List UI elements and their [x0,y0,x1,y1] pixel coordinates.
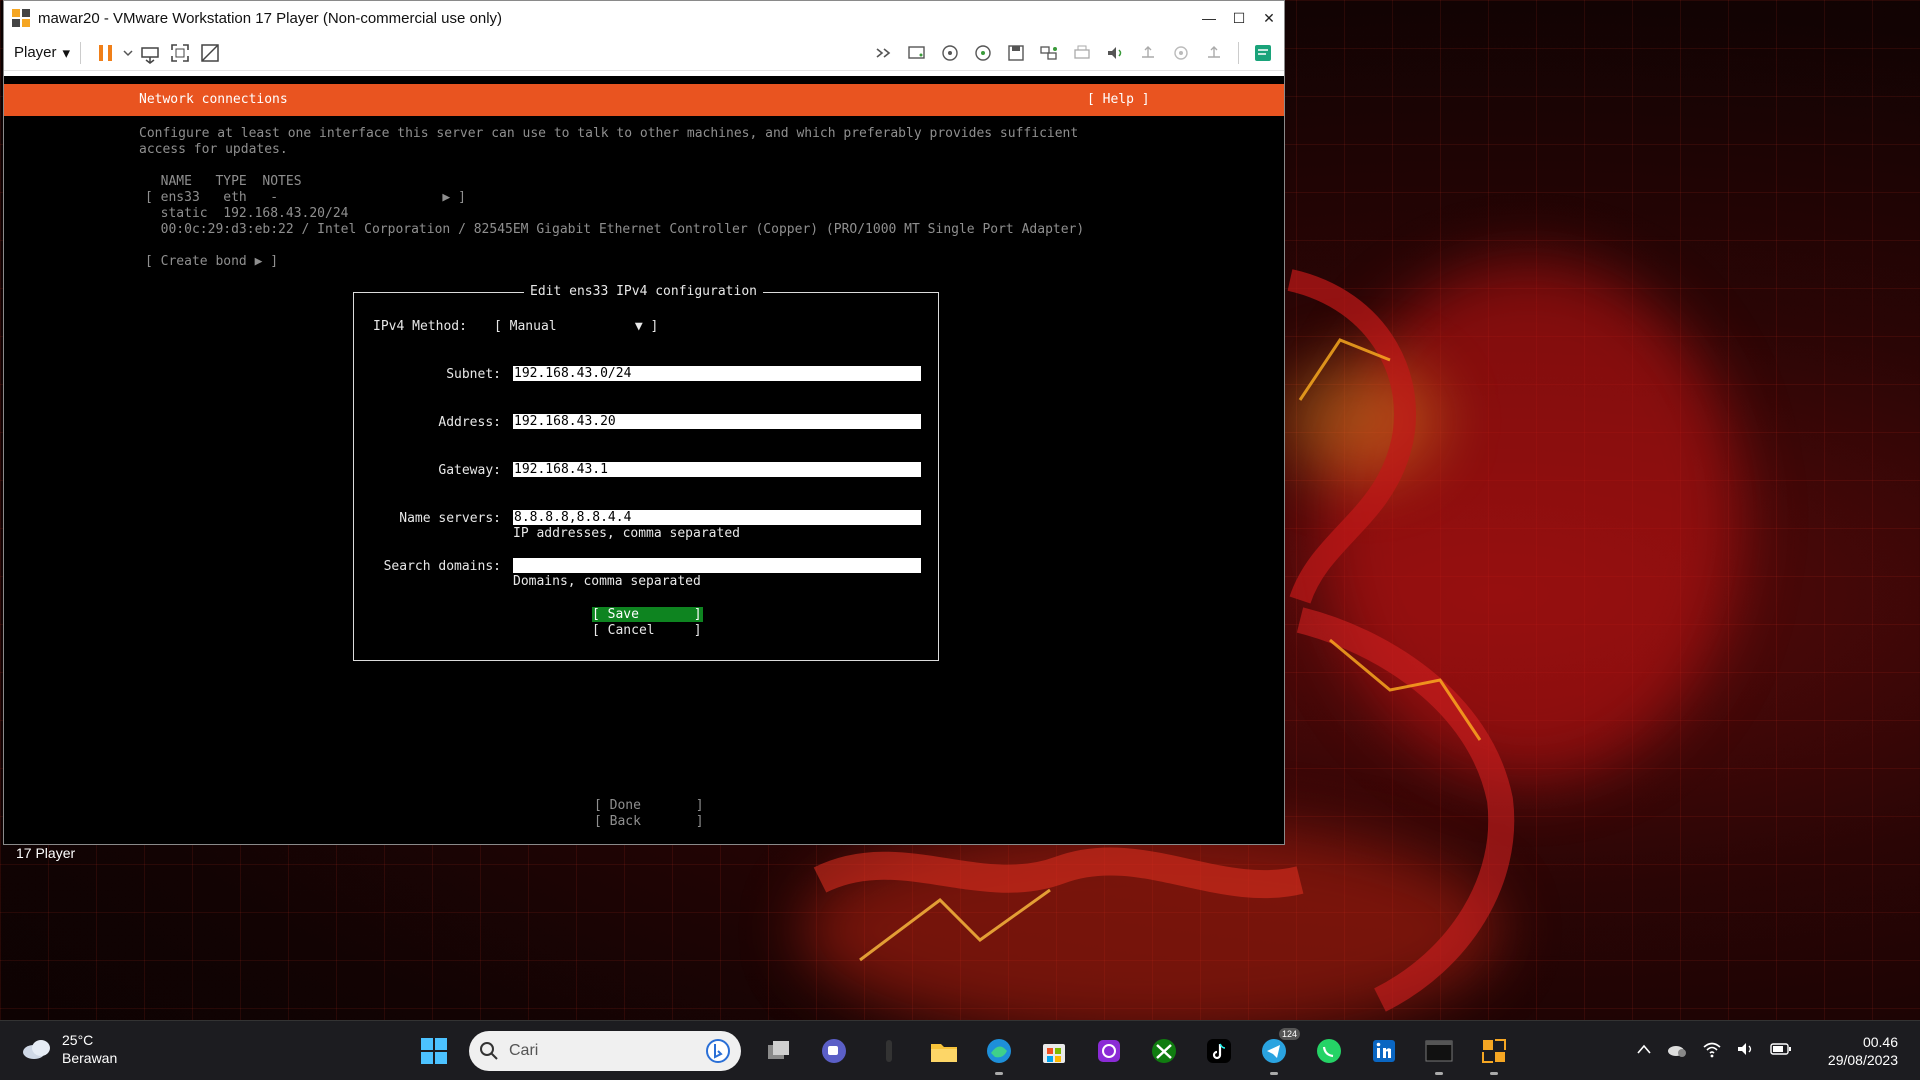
page-title: Network connections [139,92,288,107]
hard-disk-icon[interactable] [902,38,932,68]
chevron-down-icon: ▾ [62,44,71,62]
name-servers-hint: IP addresses, comma separated [513,526,740,541]
create-bond-button[interactable]: [ Create bond ▶ ] [145,254,278,269]
sound-card-icon[interactable] [1100,38,1130,68]
desktop-window-label: 17 Player [16,845,76,861]
clock-date: 29/08/2023 [1827,1052,1898,1068]
telegram-icon[interactable]: 124 [1254,1028,1300,1075]
done-button[interactable]: [ Done ] [594,798,704,813]
help-button[interactable]: [ Help ] [1087,92,1150,107]
close-button[interactable]: ✕ [1254,1,1284,35]
terminal-icon[interactable] [1419,1031,1459,1075]
interface-hardware-info: 00:0c:29:d3:eb:22 / Intel Corporation / … [145,222,1085,237]
tiktok-icon[interactable] [1199,1031,1239,1071]
taskbar-search[interactable]: Cari [469,1031,741,1071]
search-domains-label: Search domains: [383,559,501,574]
xbox-icon[interactable] [1144,1031,1184,1071]
installer-header: Network connections [ Help ] [4,84,1284,116]
intro-text-line1: Configure at least one interface this se… [139,126,1079,141]
weather-widget[interactable]: 25°C Berawan [20,1031,117,1067]
network-adapter-icon[interactable] [1034,38,1064,68]
telegram-unread-badge: 124 [1278,1028,1300,1040]
ipv4-method-select[interactable]: [ Manual ▼ ] [494,319,658,334]
interface-table-header: NAME TYPE NOTES [145,174,302,189]
pause-dropdown-icon[interactable] [121,38,135,68]
window-title: mawar20 - VMware Workstation 17 Player (… [38,9,503,27]
ipv4-config-dialog: Edit ens33 IPv4 configuration IPv4 Metho… [353,284,939,661]
system-tray [1636,1021,1792,1080]
minimize-button[interactable]: — [1194,1,1224,35]
volume-icon[interactable] [1736,1040,1756,1063]
usb-device-icon[interactable] [1133,38,1163,68]
ipv4-method-label: IPv4 Method: [373,319,467,334]
floppy-icon[interactable] [1001,38,1031,68]
vmware-app-icon [10,7,32,29]
vm-console[interactable]: Network connections [ Help ] Configure a… [4,76,1284,844]
more-devices-icon[interactable] [869,38,899,68]
message-log-icon[interactable] [1248,38,1278,68]
gateway-input[interactable]: 192.168.43.1 [513,462,921,477]
address-input[interactable]: 192.168.43.20 [513,414,921,429]
system-clock[interactable]: 00.46 29/08/2023 [1828,1033,1898,1069]
linkedin-icon[interactable] [1364,1031,1404,1071]
player-menu[interactable]: Player ▾ [14,44,70,62]
back-button[interactable]: [ Back ] [594,814,704,829]
windows-logo-icon [421,1038,447,1064]
battery-icon[interactable] [1770,1042,1792,1061]
name-servers-input[interactable]: 8.8.8.8,8.8.4.4 [513,510,921,525]
dialog-title: Edit ens33 IPv4 configuration [524,284,763,299]
gateway-label: Gateway: [438,463,501,478]
save-button[interactable]: [ Save ] [592,607,703,622]
bing-icon[interactable] [705,1038,731,1064]
interface-row-ens33[interactable]: [ ens33 eth - ▶ ] [145,190,466,205]
teams-chat-icon[interactable] [814,1031,854,1071]
window-titlebar[interactable]: mawar20 - VMware Workstation 17 Player (… [4,1,1284,35]
vmware-taskbar-icon[interactable] [1474,1031,1514,1075]
send-ctrl-alt-del-icon[interactable] [135,38,165,68]
player-menu-label: Player [14,44,57,61]
vm-toolbar: Player ▾ [4,35,1284,71]
cancel-button[interactable]: [ Cancel ] [592,623,702,638]
whatsapp-icon[interactable] [1309,1031,1349,1071]
weather-temperature: 25°C [62,1032,94,1048]
intro-text-line2: access for updates. [139,142,288,157]
microsoft-store-icon[interactable] [1034,1031,1074,1071]
cd-dvd-icon[interactable] [935,38,965,68]
wifi-icon[interactable] [1702,1040,1722,1063]
photo-app-icon[interactable] [1089,1031,1129,1071]
cd-dvd-2-icon[interactable] [968,38,998,68]
search-placeholder: Cari [509,1042,539,1059]
vmware-window: mawar20 - VMware Workstation 17 Player (… [3,0,1285,845]
fullscreen-icon[interactable] [165,38,195,68]
maximize-button[interactable]: ☐ [1224,1,1254,35]
usb-device-2-icon[interactable] [1199,38,1229,68]
printer-icon[interactable] [1067,38,1097,68]
subnet-label: Subnet: [446,367,501,382]
interface-static-address: static 192.168.43.20/24 [145,206,349,221]
clock-time: 00.46 [1862,1034,1898,1050]
taskbar: 25°C Berawan Cari 124 00.46 29/08/2023 [0,1020,1920,1080]
camera-icon[interactable] [1166,38,1196,68]
pause-button[interactable] [91,38,121,68]
file-explorer-icon[interactable] [924,1031,964,1071]
chevron-up-icon[interactable] [1636,1042,1652,1060]
weather-condition: Berawan [62,1050,118,1066]
search-domains-hint: Domains, comma separated [513,574,701,589]
cloud-icon [23,1040,50,1059]
address-label: Address: [438,415,501,430]
start-button[interactable] [414,1031,454,1071]
search-domains-input[interactable] [513,558,921,573]
unity-mode-icon[interactable] [195,38,225,68]
name-servers-label: Name servers: [399,511,501,526]
search-icon [480,1042,498,1060]
app-icon-dark[interactable] [869,1031,909,1071]
task-view-icon[interactable] [759,1031,799,1071]
onedrive-icon[interactable] [1666,1040,1688,1063]
subnet-input[interactable]: 192.168.43.0/24 [513,366,921,381]
edge-browser-icon[interactable] [979,1031,1019,1075]
